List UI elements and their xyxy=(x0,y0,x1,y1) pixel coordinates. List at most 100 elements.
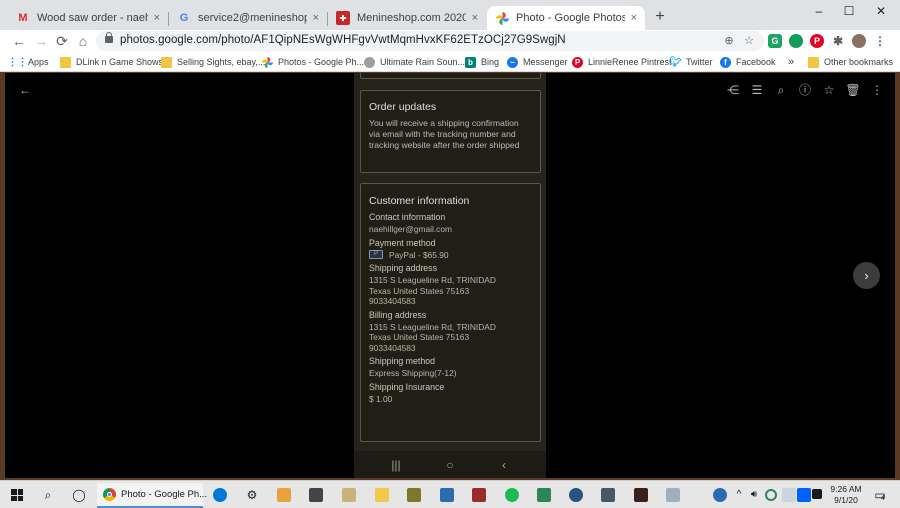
bookmark-twitter[interactable]: 🐦︎ Twitter xyxy=(669,55,712,69)
order-updates-title: Order updates xyxy=(369,101,437,113)
spotify-icon[interactable] xyxy=(505,488,519,502)
extension-green-icon[interactable] xyxy=(789,34,803,48)
tab-label: Photo - Google Photos xyxy=(516,12,625,24)
notes-icon[interactable] xyxy=(407,488,421,502)
bookmark-selling-sights[interactable]: Selling Sights, ebay,... xyxy=(161,55,265,69)
insurance-label: Shipping Insurance xyxy=(369,381,445,392)
volume-icon[interactable]: 🔊︎ xyxy=(746,487,762,503)
browser-toolbar: ← → ⟳ ⌂ photos.google.com/photo/AF1QipNE… xyxy=(0,30,900,52)
reload-button[interactable]: ⟳ xyxy=(53,32,71,50)
bookmark-messenger[interactable]: ~ Messenger xyxy=(507,55,568,69)
close-window-button[interactable]: ✕ xyxy=(866,3,896,19)
extension-pinterest-icon[interactable]: P xyxy=(810,34,824,48)
battery-icon[interactable] xyxy=(782,488,796,502)
show-hidden-icons[interactable]: ^ xyxy=(731,487,747,503)
paint-icon[interactable] xyxy=(342,488,356,502)
add-icon[interactable]: ⊕ xyxy=(722,34,736,48)
forward-button[interactable]: → xyxy=(32,32,50,50)
url-text[interactable]: photos.google.com/photo/AF1QipNEsWgWHFgv… xyxy=(120,34,566,46)
close-icon[interactable]: × xyxy=(631,12,637,24)
tab-menineshop-reports[interactable]: ✚ Menineshop.com 2020 Reports & × xyxy=(328,6,486,30)
pinterest-icon: P xyxy=(572,56,583,68)
close-icon[interactable]: × xyxy=(313,12,319,24)
bookmark-google-photos[interactable]: Photos - Google Ph... xyxy=(262,55,364,69)
zoom-icon[interactable]: ⌕ xyxy=(773,82,789,98)
google-icon: G xyxy=(179,12,189,24)
dropbox-icon[interactable] xyxy=(797,488,811,502)
bookmark-bing[interactable]: b Bing xyxy=(465,55,499,69)
close-icon[interactable]: × xyxy=(472,12,478,24)
bookmark-label: Other bookmarks xyxy=(824,57,894,67)
document-icon[interactable] xyxy=(666,488,680,502)
bookmark-dlink-game-shows[interactable]: DLink n Game Shows xyxy=(60,55,163,69)
notifications-icon[interactable]: ▭ xyxy=(872,487,888,503)
shipping-method-value: Express Shipping(7-12) xyxy=(369,368,457,378)
back-arrow-icon[interactable]: ← xyxy=(17,82,33,98)
bookmark-other[interactable]: Other bookmarks xyxy=(808,55,893,69)
camera-icon[interactable] xyxy=(601,488,615,502)
more-options-icon[interactable]: ⋮ xyxy=(869,82,885,98)
close-icon[interactable]: × xyxy=(154,12,160,24)
windows-start-icon[interactable] xyxy=(11,489,23,501)
taskbar-window-label: Photo - Google Ph... xyxy=(121,489,208,500)
back-chevron-icon: ‹ xyxy=(502,458,506,472)
new-tab-button[interactable]: + xyxy=(651,7,669,27)
file-explorer-icon[interactable] xyxy=(375,488,389,502)
globe-icon[interactable] xyxy=(569,488,583,502)
bookmark-facebook[interactable]: f Facebook xyxy=(720,55,776,69)
app-green-icon[interactable] xyxy=(537,488,551,502)
chrome-icon xyxy=(103,488,116,501)
system-clock[interactable]: 9:26 AM 9/1/20 xyxy=(826,484,866,506)
bookmark-label: Apps xyxy=(28,57,49,67)
menu-kebab-icon[interactable]: ⋮ xyxy=(873,34,887,48)
favorite-star-icon[interactable]: ☆ xyxy=(821,82,837,98)
apps-grid-icon: ⋮⋮ xyxy=(7,56,28,68)
share-icon[interactable]: ⋲ xyxy=(725,82,741,98)
tab-google[interactable]: G service2@menineshop.com - Go × xyxy=(169,6,327,30)
maximize-button[interactable]: ☐ xyxy=(834,3,864,19)
bookmark-label: Messenger xyxy=(523,57,568,67)
help-icon[interactable] xyxy=(713,488,727,502)
bookmark-rain-sounds[interactable]: Ultimate Rain Soun... xyxy=(364,55,465,69)
settings-gear-icon[interactable]: ⚙ xyxy=(244,487,260,503)
screen: M Wood saw order - naehillger@g × G serv… xyxy=(0,0,900,508)
tab-gmail[interactable]: M Wood saw order - naehillger@g × xyxy=(8,6,168,30)
google-photos-icon xyxy=(495,11,509,25)
back-button[interactable]: ← xyxy=(10,32,28,50)
profile-avatar[interactable] xyxy=(852,34,866,48)
bookmark-star-icon[interactable]: ☆ xyxy=(742,34,756,48)
tab-google-photos[interactable]: Photo - Google Photos × xyxy=(487,6,645,30)
home-button[interactable]: ⌂ xyxy=(74,32,92,50)
next-photo-button[interactable]: › xyxy=(853,262,880,289)
extensions-puzzle-icon[interactable]: ✱ xyxy=(831,34,845,48)
bookmark-pinterest[interactable]: P LinnieRenee Pintrest xyxy=(572,55,672,69)
shipping-method-label: Shipping method xyxy=(369,356,436,366)
search-icon[interactable]: ⌕ xyxy=(40,487,56,503)
info-icon[interactable]: ⓘ xyxy=(797,82,813,98)
app-dark-icon[interactable] xyxy=(634,488,648,502)
home-circle-icon: ○ xyxy=(446,458,454,472)
address-bar[interactable]: photos.google.com/photo/AF1QipNEsWgWHFgv… xyxy=(96,31,764,51)
edge-icon[interactable] xyxy=(213,488,227,502)
media-player-icon[interactable] xyxy=(277,488,291,502)
facebook-icon: f xyxy=(720,56,731,68)
network-icon[interactable] xyxy=(812,489,822,499)
sync-icon[interactable] xyxy=(765,489,777,501)
rain-icon xyxy=(364,56,375,68)
bing-icon: b xyxy=(465,56,476,68)
gmail-icon: M xyxy=(18,12,28,24)
billing-address-label: Billing address xyxy=(369,309,427,320)
billing-address-line: Texas United States 75163 xyxy=(369,332,470,342)
edit-icon[interactable]: ☰ xyxy=(749,82,765,98)
calendar-icon[interactable] xyxy=(440,488,454,502)
task-view-icon[interactable]: ◯ xyxy=(71,487,87,503)
pen-tool-icon[interactable] xyxy=(472,488,486,502)
store-bag-icon[interactable] xyxy=(309,488,323,502)
bookmarks-overflow-button[interactable]: » xyxy=(788,55,794,69)
previous-card-edge xyxy=(360,73,541,79)
trash-icon[interactable]: 🗑︎ xyxy=(845,82,861,98)
minimize-button[interactable]: – xyxy=(804,3,834,19)
extension-grammarly-icon[interactable]: G xyxy=(768,34,782,48)
bookmark-apps[interactable]: ⋮⋮ Apps xyxy=(7,55,49,69)
taskbar-chrome-window[interactable]: Photo - Google Ph... xyxy=(97,483,207,508)
